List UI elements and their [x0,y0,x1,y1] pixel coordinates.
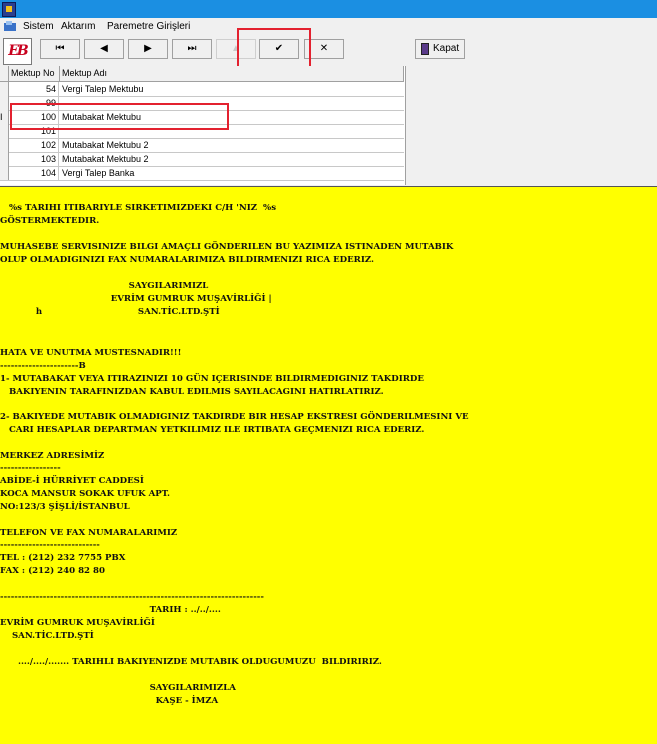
document-line: ..../..../....... TARIHLI BAKIYENIZDE MU… [0,657,382,667]
cell-mektup-no[interactable]: 99 [9,96,59,110]
cell-mektup-adi[interactable]: Mutabakat Mektubu 2 [60,138,403,152]
cell-mektup-no[interactable]: 100 [9,110,59,124]
window-title-bar [0,0,657,18]
document-line: h SAN.TİC.LTD.ŞTİ [0,307,220,317]
document-line: MERKEZ ADRESİMİZ [0,451,105,461]
table-row[interactable]: 102 Mutabakat Mektubu 2 [0,138,404,153]
row-indicator [0,166,9,180]
document-line: BAKIYENIN TARAFINIZDAN KABUL EDILMIS SAY… [0,387,384,397]
document-line: TARIH : ../../.... [0,605,221,615]
letter-template-editor[interactable]: %s TARIHI ITIBARIYLE SIRKETIMIZDEKI C/H … [0,186,657,744]
document-line: ----------------------B [0,361,86,371]
table-row[interactable]: 54 Vergi Talep Mektubu [0,82,404,97]
document-line: %s TARIHI ITIBARIYLE SIRKETIMIZDEKI C/H … [0,203,277,213]
document-line: SAN.TİC.LTD.ŞTİ [0,631,94,641]
document-line: GÖSTERMEKTEDIR. [0,216,100,226]
document-line: FAX : (212) 240 82 80 [0,566,105,576]
close-button[interactable]: Kapat [415,39,465,59]
menu-item-aktarim[interactable]: Aktarım [61,20,95,33]
row-indicator [0,96,9,110]
save-button[interactable]: ✔ [259,39,299,59]
row-indicator [0,152,9,166]
cell-mektup-adi[interactable]: Mutabakat Mektubu 2 [60,152,403,166]
cell-mektup-no[interactable]: 102 [9,138,59,152]
current-row-indicator: I [0,110,9,124]
cell-mektup-adi[interactable] [60,124,403,138]
document-line: ----------------- [0,463,61,473]
document-line: MUHASEBE SERVISINIZE BILGI AMAÇLI GÖNDER… [0,242,454,252]
app-icon[interactable] [2,2,16,17]
menu-item-sistem[interactable]: Sistem [23,20,54,33]
table-row[interactable]: 103 Mutabakat Mektubu 2 [0,152,404,167]
document-line: CARI HESAPLAR DEPARTMAN YETKILIMIZ ILE I… [0,425,425,435]
document-line: ---------------------------- [0,540,100,550]
document-line: NO:123/3 ŞİŞLİ/İSTANBUL [0,502,130,512]
document-line: ABİDE-İ HÜRRİYET CADDESİ [0,476,144,486]
table-row-selected[interactable]: I 100 Mutabakat Mektubu [0,110,404,125]
document-line: TEL : (212) 232 7755 PBX [0,553,126,563]
document-line: ----------------------------------------… [0,592,264,602]
previous-record-button[interactable]: ◀ [84,39,124,59]
document-line: KAŞE - İMZA [0,696,219,706]
table-row[interactable]: 104 Vergi Talep Banka [0,166,404,181]
cell-mektup-no[interactable]: 103 [9,152,59,166]
grid-header-indicator [0,66,9,81]
first-record-button[interactable]: ⏮ [40,39,80,59]
document-line: 2- BAKIYEDE MUTABIK OLMADIGINIZ TAKDIRDE… [0,412,469,422]
edit-record-button[interactable]: ▲ [216,39,256,59]
last-record-button[interactable]: ⏭ [172,39,212,59]
cell-mektup-adi[interactable] [60,96,403,110]
cell-mektup-adi[interactable]: Mutabakat Mektubu [60,110,403,124]
column-header-mektup-adi[interactable]: Mektup Adı [60,66,404,81]
document-line: HATA VE UNUTMA MUSTESNADIR!!! [0,348,182,358]
document-line: KOCA MANSUR SOKAK UFUK APT. [0,489,170,499]
row-indicator [0,124,9,138]
document-line: EVRİM GUMRUK MUŞAVİRLİĞİ | [0,294,272,304]
cell-mektup-adi[interactable]: Vergi Talep Banka [60,166,403,180]
menu-item-parametre[interactable]: Paremetre Girişleri [107,20,190,33]
toolbar: EB ⏮ ◀ ▶ ⏭ ▲ ✔ ✕ Kapat [0,35,657,66]
document-line: EVRİM GUMRUK MUŞAVİRLİĞİ [0,618,155,628]
cell-mektup-no[interactable]: 104 [9,166,59,180]
row-indicator [0,138,9,152]
document-line: TELEFON VE FAX NUMARALARIMIZ [0,528,178,538]
cell-mektup-adi[interactable]: Vergi Talep Mektubu [60,82,403,96]
menu-bar: Sistem Aktarım Paremetre Girişleri [0,18,657,35]
letters-grid[interactable]: Mektup No Mektup Adı 54 Vergi Talep Mekt… [0,66,406,185]
cell-mektup-no[interactable]: 54 [9,82,59,96]
menu-app-icon [4,21,16,31]
door-icon [421,43,429,55]
column-header-mektup-no[interactable]: Mektup No [9,66,60,81]
table-row[interactable]: 101 [0,124,404,139]
cell-mektup-no[interactable]: 101 [9,124,59,138]
cancel-button[interactable]: ✕ [304,39,344,59]
eb-logo: EB [3,38,32,65]
table-row[interactable]: 99 [0,96,404,111]
next-record-button[interactable]: ▶ [128,39,168,59]
document-line: SAYGILARIMIZL [0,281,209,291]
document-line: OLUP OLMADIGINIZI FAX NUMARALARIMIZA BIL… [0,255,374,265]
close-button-label: Kapat [433,43,460,54]
document-line: 1- MUTABAKAT VEYA ITIRAZINIZI 10 GÜN IÇE… [0,374,424,384]
document-line: SAYGILARIMIZLA [0,683,236,693]
row-indicator [0,82,9,96]
grid-header: Mektup No Mektup Adı [0,66,404,82]
